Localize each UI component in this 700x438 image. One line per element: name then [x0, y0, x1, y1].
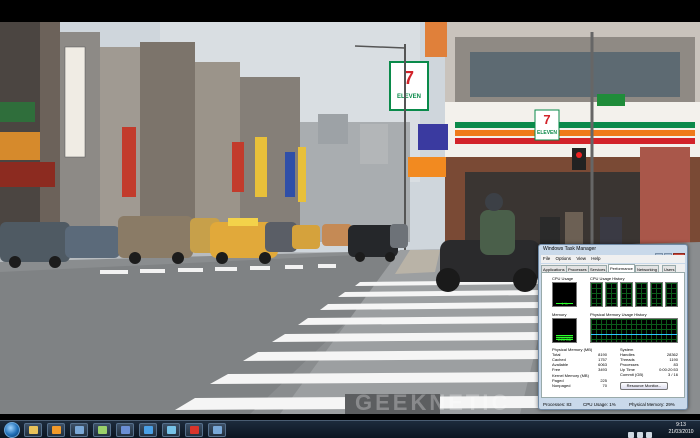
- store-number: 7: [543, 112, 550, 127]
- memory-history-label: Physical Memory Usage History: [590, 312, 647, 317]
- memory-history-line: [591, 334, 677, 335]
- media-player-taskbar-icon[interactable]: [47, 423, 65, 437]
- app-6-icon: [213, 426, 222, 434]
- tab-networking[interactable]: Networking: [635, 265, 660, 272]
- status-bar: Processes: 83 CPU Usage: 1% Physical Mem…: [541, 401, 685, 409]
- tab-performance[interactable]: Performance: [608, 264, 635, 272]
- clock[interactable]: 9:13 21/03/2010: [666, 422, 696, 436]
- memory-history-graph: [590, 318, 678, 343]
- tray-icon[interactable]: [628, 432, 634, 438]
- cpu-core-graph: [620, 282, 633, 307]
- start-button[interactable]: [4, 422, 20, 438]
- cpu-history-graphs: [590, 282, 678, 307]
- clock-date: 21/03/2010: [668, 429, 694, 435]
- svg-text:ELEVEN: ELEVEN: [397, 94, 421, 100]
- explorer-icon: [29, 426, 38, 434]
- app-4-icon: [167, 426, 176, 434]
- performance-panel: CPU Usage 1 % CPU Usage History Memory 2…: [541, 272, 685, 398]
- tab-services[interactable]: Services: [588, 265, 608, 272]
- cpu-core-graph: [590, 282, 603, 307]
- cpu-core-graph: [650, 282, 663, 307]
- app-2-taskbar-icon[interactable]: [93, 423, 111, 437]
- letterbox-top: [0, 0, 700, 22]
- tab-processes[interactable]: Processes: [566, 265, 589, 272]
- stat-label: Nonpaged: [552, 383, 571, 388]
- stat-value: 3 / 16: [667, 372, 678, 377]
- taskbar: 9:13 21/03/2010: [0, 420, 700, 438]
- menu-file[interactable]: File: [543, 256, 550, 261]
- status-cpu: CPU Usage: 1%: [583, 402, 616, 407]
- stat-value: 70: [602, 383, 607, 388]
- memory-meter: 2.26 GB: [552, 318, 577, 343]
- app-6-taskbar-icon[interactable]: [208, 423, 226, 437]
- internet-explorer-taskbar-icon[interactable]: [139, 423, 157, 437]
- app-5-icon: [190, 426, 199, 434]
- cpu-core-graph: [665, 282, 678, 307]
- cpu-usage-label: CPU Usage: [552, 276, 574, 281]
- resource-monitor-button[interactable]: Resource Monitor...: [620, 382, 668, 390]
- app-5-taskbar-icon[interactable]: [185, 423, 203, 437]
- stat-label: Commit (GB): [620, 372, 644, 377]
- memory-label: Memory: [552, 312, 567, 317]
- kernel-memory-stats: Kernel Memory (MB) Paged 225 Nonpaged 70: [552, 373, 607, 388]
- clock-time: 9:13: [676, 422, 686, 428]
- system-stats: System Handles 28362 Threads 1190 Processe…: [620, 347, 678, 377]
- internet-explorer-icon: [144, 426, 153, 434]
- menu-view[interactable]: View: [576, 256, 586, 261]
- tray-icon[interactable]: [637, 432, 643, 438]
- memory-value: 2.26 GB: [558, 338, 571, 342]
- task-manager-window[interactable]: Windows Task Manager File Options View H…: [538, 244, 688, 410]
- cpu-core-graph: [635, 282, 648, 307]
- window-controls: [654, 246, 685, 259]
- menu-options[interactable]: Options: [556, 256, 572, 261]
- app-1-taskbar-icon[interactable]: [70, 423, 88, 437]
- tab-users[interactable]: Users: [662, 265, 677, 272]
- tray-icon[interactable]: [646, 432, 652, 438]
- status-memory: Physical Memory: 29%: [629, 402, 675, 407]
- store-name: ELEVEN: [537, 130, 557, 136]
- explorer-taskbar-icon[interactable]: [24, 423, 42, 437]
- menu-bar: File Options View Help: [541, 255, 685, 263]
- app-1-icon: [75, 426, 84, 434]
- tab-strip: Applications Processes Services Performa…: [541, 264, 685, 272]
- window-title: Windows Task Manager: [543, 246, 596, 252]
- physical-memory-stats: Physical Memory (MB) Total 8190 Cached 175…: [552, 347, 607, 372]
- app-2-icon: [98, 426, 107, 434]
- system-tray[interactable]: [628, 425, 664, 438]
- status-processes: Processes: 83: [543, 402, 572, 407]
- cpu-core-graph: [605, 282, 618, 307]
- app-3-icon: [121, 426, 130, 434]
- media-player-icon: [52, 426, 61, 434]
- cpu-usage-value: 1 %: [561, 302, 568, 306]
- cpu-history-label: CPU Usage History: [590, 276, 625, 281]
- stat-label: Free: [552, 367, 561, 372]
- app-3-taskbar-icon[interactable]: [116, 423, 134, 437]
- stat-value: 3493: [598, 367, 607, 372]
- cpu-usage-meter: 1 %: [552, 282, 577, 307]
- tab-applications[interactable]: Applications: [541, 265, 567, 272]
- menu-help[interactable]: Help: [591, 256, 600, 261]
- app-4-taskbar-icon[interactable]: [162, 423, 180, 437]
- watermark: GEEKNETIC: [355, 390, 511, 414]
